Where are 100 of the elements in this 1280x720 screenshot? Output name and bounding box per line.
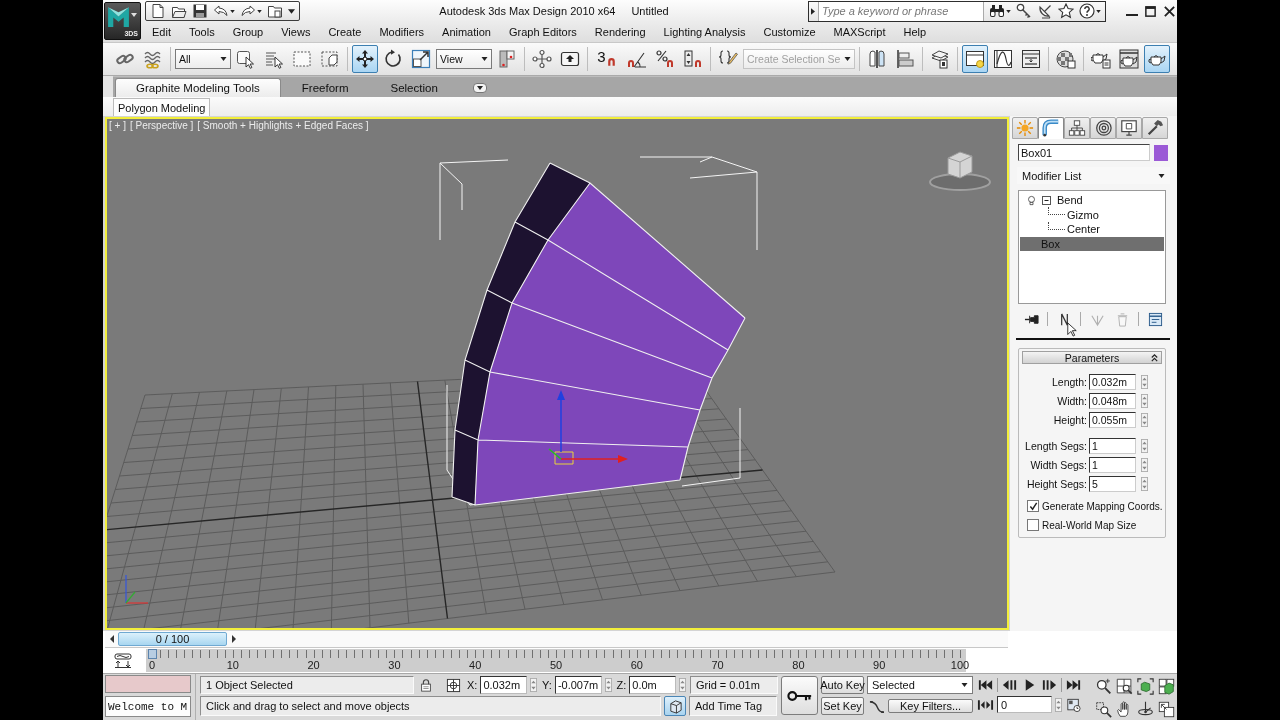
menu-item[interactable]: Create [319, 23, 371, 41]
quick-render-button[interactable] [1144, 45, 1170, 73]
stack-item[interactable]: Gizmo [1020, 207, 1164, 222]
parameter-field[interactable]: 1 [1089, 438, 1136, 454]
spinner-arrows-icon[interactable] [1141, 394, 1148, 408]
toolbar-dropdown[interactable]: View [436, 49, 492, 69]
spinner-arrows-icon[interactable] [1055, 697, 1062, 712]
object-name-field[interactable]: Box01 [1018, 144, 1150, 161]
degradation-toggle-button[interactable] [664, 696, 686, 716]
ribbon-panel-tab[interactable]: Polygon Modeling [113, 98, 211, 116]
coordinate-field[interactable]: 0.032m [480, 676, 528, 694]
time-slider-thumb[interactable]: 0 / 100 [118, 632, 227, 646]
modify-tab[interactable] [1038, 117, 1064, 139]
time-tag-field[interactable]: Add Time Tag [689, 696, 777, 716]
parameter-field[interactable]: 0.048m [1089, 393, 1136, 409]
parameter-field[interactable]: 5 [1089, 476, 1136, 492]
maximize-viewport-button[interactable] [1156, 699, 1176, 719]
stack-item[interactable]: Center [1020, 222, 1164, 237]
parameter-field[interactable]: 0.032m [1089, 374, 1136, 390]
spinner-arrows-icon[interactable] [1141, 458, 1148, 472]
parameter-field[interactable]: 1 [1089, 457, 1136, 473]
search-field[interactable]: Type a keyword or phrase [818, 1, 984, 21]
absolute-mode-button[interactable] [444, 676, 462, 694]
go-to-start-button[interactable] [977, 677, 994, 693]
display-tab[interactable] [1116, 117, 1142, 139]
zoom-extents-all-button[interactable] [1156, 676, 1176, 696]
viewcube-icon[interactable] [928, 148, 992, 192]
spinner-arrows-icon[interactable] [1141, 375, 1148, 389]
set-keys-button[interactable] [781, 676, 818, 715]
next-frame-button[interactable] [229, 632, 238, 646]
spinner-arrows-icon[interactable] [1141, 439, 1148, 453]
viewport-menu-label[interactable]: [ Perspective ] [129, 120, 194, 131]
checkbox[interactable] [1027, 500, 1039, 512]
track-bar-toggle-button[interactable] [113, 650, 133, 671]
menu-item[interactable]: Views [272, 23, 320, 41]
utilities-tab[interactable] [1142, 117, 1168, 139]
menu-item[interactable]: Lighting Analysis [654, 23, 755, 41]
time-configuration-button[interactable] [1065, 696, 1082, 713]
coordinate-field[interactable]: -0.007m [554, 676, 602, 694]
time-slider-track[interactable]: 0 / 100 [105, 631, 1008, 648]
menu-item[interactable]: Graph Editors [499, 23, 586, 41]
previous-frame-button[interactable] [1001, 677, 1018, 693]
coordinate-field[interactable]: 0.0m [629, 676, 676, 694]
checkbox[interactable] [1027, 519, 1039, 531]
key-mode-dropdown[interactable]: Selected [867, 676, 973, 694]
stack-item[interactable]: Box [1020, 236, 1164, 251]
parameter-field[interactable]: 0.055m [1089, 412, 1136, 428]
listener-input-field[interactable] [105, 675, 191, 693]
dashed-magnifier-icon [1094, 700, 1112, 718]
menu-item[interactable]: Animation [433, 23, 500, 41]
next-frame-button[interactable] [1041, 677, 1058, 693]
stylized-m-logo-icon [106, 4, 131, 29]
motion-tab[interactable] [1090, 117, 1116, 139]
favorites-button[interactable] [1056, 2, 1076, 20]
menu-item[interactable]: Edit [143, 23, 180, 41]
maximize-button[interactable] [1143, 3, 1158, 19]
spinner-arrows-icon[interactable] [604, 678, 612, 692]
rollout-header[interactable]: Parameters [1022, 351, 1162, 364]
stack-item[interactable]: Bend [1020, 193, 1164, 208]
ribbon-tab[interactable]: Freeform [280, 78, 370, 97]
light-bulb-icon[interactable] [1027, 194, 1036, 206]
set-key-button[interactable]: Set Key [821, 697, 864, 715]
move-button[interactable] [352, 45, 378, 73]
spinner-arrows-icon[interactable] [1141, 413, 1148, 427]
zoom-extents-button[interactable] [1135, 676, 1155, 696]
axis-label: X: [467, 679, 478, 691]
current-frame-marker[interactable] [148, 649, 157, 659]
spinner-arrows-icon[interactable] [679, 678, 686, 692]
viewport-menu-label[interactable]: [ Smooth + Highlights + Edged Faces ] [197, 120, 369, 131]
menu-item[interactable]: Rendering [585, 23, 655, 41]
ribbon-options-button[interactable] [472, 83, 487, 93]
ribbon-toggle-button[interactable] [962, 45, 988, 73]
menu-item[interactable]: Customize [754, 23, 825, 41]
field-of-view-button[interactable] [1093, 699, 1113, 719]
object-color-swatch-icon[interactable] [1154, 144, 1168, 161]
spinner-arrows-icon[interactable] [1141, 477, 1148, 491]
key-filters-button[interactable]: Key Filters... [888, 699, 973, 713]
viewport-menu-label[interactable]: [ + ] [109, 120, 126, 131]
menu-item[interactable]: Modifiers [370, 23, 434, 41]
checkmark-icon [1028, 501, 1038, 511]
collapse-box-icon[interactable] [1042, 195, 1051, 205]
spinner-arrows-icon[interactable] [530, 678, 538, 692]
help-button[interactable] [1077, 2, 1103, 20]
ribbon-tab[interactable]: Selection [369, 78, 459, 97]
menu-item[interactable]: MAXScript [824, 23, 895, 41]
overlapping-squares-icon [1157, 700, 1175, 718]
configure-sets-button[interactable] [1146, 310, 1164, 328]
search-button[interactable] [987, 2, 1013, 20]
go-to-end-button[interactable] [1065, 677, 1082, 693]
current-frame-field[interactable]: 0 [997, 696, 1052, 713]
menu-item[interactable]: Group [223, 23, 273, 41]
zoom-all-button[interactable] [1114, 676, 1134, 696]
close-button[interactable] [1162, 3, 1177, 19]
toolbar-dropdown[interactable]: All [175, 49, 231, 69]
menu-item[interactable]: Tools [179, 23, 224, 41]
ribbon-tab[interactable]: Graphite Modeling Tools [115, 78, 281, 97]
hierarchy-tab[interactable] [1064, 117, 1090, 139]
auto-key-button[interactable]: Auto Key [821, 676, 864, 694]
snap-toggle-button[interactable]: 3 [592, 45, 622, 73]
menu-item[interactable]: Help [894, 23, 936, 41]
